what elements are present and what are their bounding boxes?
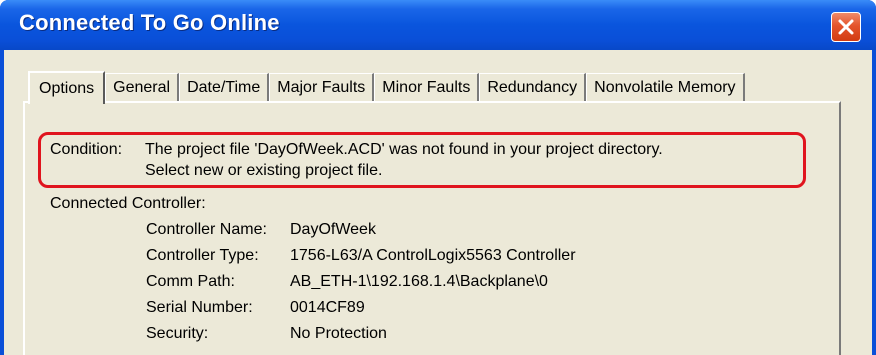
tab-major-faults[interactable]: Major Faults — [269, 73, 375, 102]
comm-path-label: Comm Path: — [146, 273, 235, 290]
tab-options[interactable]: Options — [28, 71, 106, 104]
tab-general[interactable]: General — [105, 73, 180, 102]
tab-nonvolatile-memory[interactable]: Nonvolatile Memory — [586, 73, 745, 102]
security-value: No Protection — [290, 325, 387, 342]
close-icon — [838, 19, 854, 35]
condition-label: Condition: — [50, 141, 123, 158]
title-bar[interactable]: Connected To Go Online — [0, 0, 876, 50]
condition-message-line1: The project file 'DayOfWeek.ACD' was not… — [145, 141, 663, 158]
serial-number-value: 0014CF89 — [290, 299, 365, 316]
tab-strip: Options General Date/Time Major Faults M… — [28, 70, 745, 104]
comm-path-value: AB_ETH-1\192.168.1.4\Backplane\0 — [290, 273, 548, 290]
tab-date-time[interactable]: Date/Time — [179, 73, 270, 102]
tab-redundancy[interactable]: Redundancy — [479, 73, 587, 102]
window-title: Connected To Go Online — [19, 10, 280, 35]
connected-controller-heading: Connected Controller: — [50, 195, 206, 212]
controller-name-value: DayOfWeek — [290, 221, 376, 238]
controller-name-label: Controller Name: — [146, 221, 267, 238]
controller-type-value: 1756-L63/A ControlLogix5563 Controller — [290, 247, 576, 264]
serial-number-label: Serial Number: — [146, 299, 253, 316]
controller-type-label: Controller Type: — [146, 247, 259, 264]
tab-minor-faults[interactable]: Minor Faults — [374, 73, 480, 102]
dialog-window: Connected To Go Online Options General D… — [0, 0, 876, 355]
security-label: Security: — [146, 325, 209, 342]
condition-message-line2: Select new or existing project file. — [145, 162, 383, 179]
dialog-client-area: Options General Date/Time Major Faults M… — [4, 50, 872, 355]
close-button[interactable] — [831, 12, 861, 42]
